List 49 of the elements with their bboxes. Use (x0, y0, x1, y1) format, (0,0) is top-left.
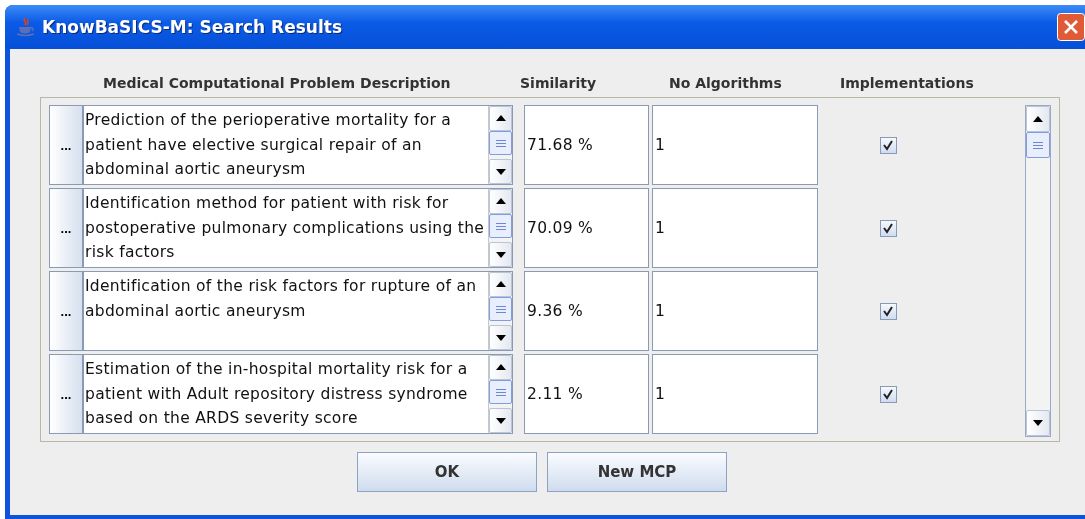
grip-icon[interactable] (495, 139, 506, 147)
scrollbar[interactable] (488, 355, 512, 433)
details-button[interactable]: ... (49, 188, 83, 268)
similarity-cell: 71.68 % (524, 105, 649, 185)
grip-icon[interactable] (495, 305, 506, 313)
down-arrow-icon[interactable] (495, 168, 506, 175)
checkbox[interactable] (879, 385, 897, 403)
checkbox[interactable] (879, 219, 897, 237)
dialog-button[interactable]: New MCP (547, 452, 727, 492)
description-text: Prediction of the perioperative mortality for a patient have elective surgical repair of an abdominal aortic aneurysm (84, 110, 453, 180)
grip-icon[interactable] (495, 222, 506, 230)
down-arrow-icon[interactable] (495, 251, 506, 258)
description-text: Estimation of the in-hospital mortality risk for a patient with Adult repository distress syndrome based on the ARDS severity score (84, 359, 469, 429)
column-header: Similarity (520, 75, 598, 91)
similarity-cell: 2.11 % (524, 354, 649, 434)
close-icon[interactable] (1057, 13, 1085, 41)
algorithms-cell: 1 (652, 105, 818, 185)
algorithms-cell: 1 (652, 354, 818, 434)
up-arrow-icon[interactable] (495, 364, 506, 371)
up-arrow-icon[interactable] (495, 281, 506, 288)
checkbox[interactable] (879, 302, 897, 320)
window-title: KnowBaSICS-M: Search Results (42, 17, 344, 37)
algorithms-cell: 1 (652, 271, 818, 351)
column-header: No Algorithms (669, 75, 783, 91)
down-arrow-icon[interactable] (1033, 420, 1043, 426)
description-text: Identification method for patient with risk for postoperative pulmonary complications using the risk factors (84, 193, 486, 263)
up-arrow-icon[interactable] (1033, 116, 1043, 122)
grip-icon[interactable] (1033, 141, 1043, 149)
down-arrow-icon[interactable] (495, 334, 506, 341)
down-arrow-icon[interactable] (495, 417, 506, 424)
checkbox[interactable] (879, 136, 897, 154)
dialog-button[interactable]: OK (357, 452, 537, 492)
coffee-cup-icon (16, 17, 36, 37)
similarity-cell: 9.36 % (524, 271, 649, 351)
scrollbar[interactable] (488, 106, 512, 184)
details-button[interactable]: ... (49, 354, 83, 434)
details-button[interactable]: ... (49, 271, 83, 351)
scrollbar[interactable] (488, 189, 512, 267)
up-arrow-icon[interactable] (495, 198, 506, 205)
similarity-cell: 70.09 % (524, 188, 649, 268)
grip-icon[interactable] (495, 388, 506, 396)
scrollbar[interactable] (1025, 105, 1051, 437)
algorithms-cell: 1 (652, 188, 818, 268)
up-arrow-icon[interactable] (495, 115, 506, 122)
column-header: Medical Computational Problem Description (103, 75, 452, 91)
details-button[interactable]: ... (49, 105, 83, 185)
description-text: Identification of the risk factors for rupture of an abdominal aortic aneurysm (84, 276, 478, 322)
column-header: Implementations (840, 75, 974, 91)
scrollbar[interactable] (488, 272, 512, 350)
